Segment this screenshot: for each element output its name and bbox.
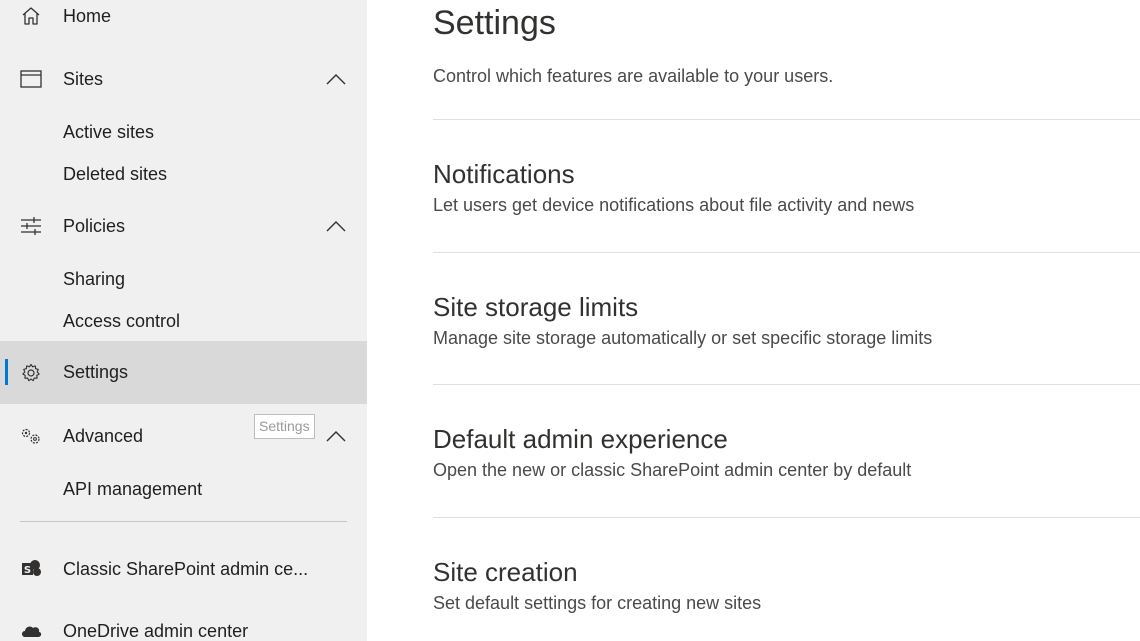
sidebar-item-label: Classic SharePoint admin ce... <box>63 558 309 579</box>
active-indicator <box>5 359 8 385</box>
sharepoint-icon: S <box>20 558 42 580</box>
sidebar-subitem-active-sites[interactable]: Active sites <box>63 117 154 147</box>
sidebar-item-sites[interactable]: Sites <box>0 53 367 105</box>
sidebar-item-onedrive[interactable]: OneDrive admin center <box>0 605 367 641</box>
sidebar-item-label: Home <box>63 5 112 26</box>
sidebar-item-label: Settings <box>63 362 129 382</box>
sidebar-subitem-api-management[interactable]: API management <box>63 474 202 504</box>
sidebar-item-home[interactable]: Home <box>0 0 367 42</box>
onedrive-cloud-icon <box>20 620 42 641</box>
settings-section-site-creation[interactable]: Site creation Set default settings for c… <box>433 556 1140 616</box>
divider <box>433 252 1140 253</box>
divider <box>433 384 1140 385</box>
tooltip: Settings <box>254 414 315 439</box>
home-icon <box>20 5 42 27</box>
settings-section-notifications[interactable]: Notifications Let users get device notif… <box>433 158 1140 218</box>
section-title: Site storage limits <box>433 292 639 322</box>
chevron-up-icon[interactable] <box>324 424 348 448</box>
settings-section-default-admin-experience[interactable]: Default admin experience Open the new or… <box>433 423 1140 483</box>
svg-text:S: S <box>24 565 31 576</box>
sidebar-subitem-deleted-sites[interactable]: Deleted sites <box>63 159 167 189</box>
chevron-up-icon[interactable] <box>324 214 348 238</box>
section-description: Set default settings for creating new si… <box>433 593 762 613</box>
divider <box>433 119 1140 120</box>
page-title: Settings <box>433 4 556 42</box>
sidebar-item-label: OneDrive admin center <box>63 620 249 641</box>
chevron-up-icon[interactable] <box>324 67 348 91</box>
section-description: Manage site storage automatically or set… <box>433 328 933 348</box>
gears-icon <box>20 425 42 447</box>
browser-window-icon <box>20 68 42 90</box>
sidebar-subitem-access-control[interactable]: Access control <box>63 306 180 336</box>
page-subtitle: Control which features are available to … <box>433 66 834 86</box>
sidebar-subitem-sharing[interactable]: Sharing <box>63 264 125 294</box>
settings-section-site-storage-limits[interactable]: Site storage limits Manage site storage … <box>433 291 1140 351</box>
sidebar-divider <box>20 521 347 522</box>
sidebar-item-label: Policies <box>63 215 126 236</box>
sliders-icon <box>20 215 42 237</box>
gear-icon <box>20 362 42 384</box>
sidebar-item-settings[interactable]: Settings <box>0 341 367 404</box>
divider <box>433 517 1140 518</box>
sidebar-item-label: Advanced <box>63 425 144 446</box>
sidebar-item-classic-sharepoint[interactable]: S Classic SharePoint admin ce... <box>0 543 367 595</box>
sidebar-nav: Home Sites Active sites Deleted sites Po… <box>0 0 367 641</box>
section-description: Let users get device notifications about… <box>433 195 915 215</box>
section-title: Default admin experience <box>433 424 728 454</box>
sidebar-item-label: Sites <box>63 68 104 89</box>
section-title: Site creation <box>433 557 578 587</box>
section-title: Notifications <box>433 159 575 189</box>
sidebar-item-policies[interactable]: Policies <box>0 200 367 252</box>
section-description: Open the new or classic SharePoint admin… <box>433 460 912 480</box>
